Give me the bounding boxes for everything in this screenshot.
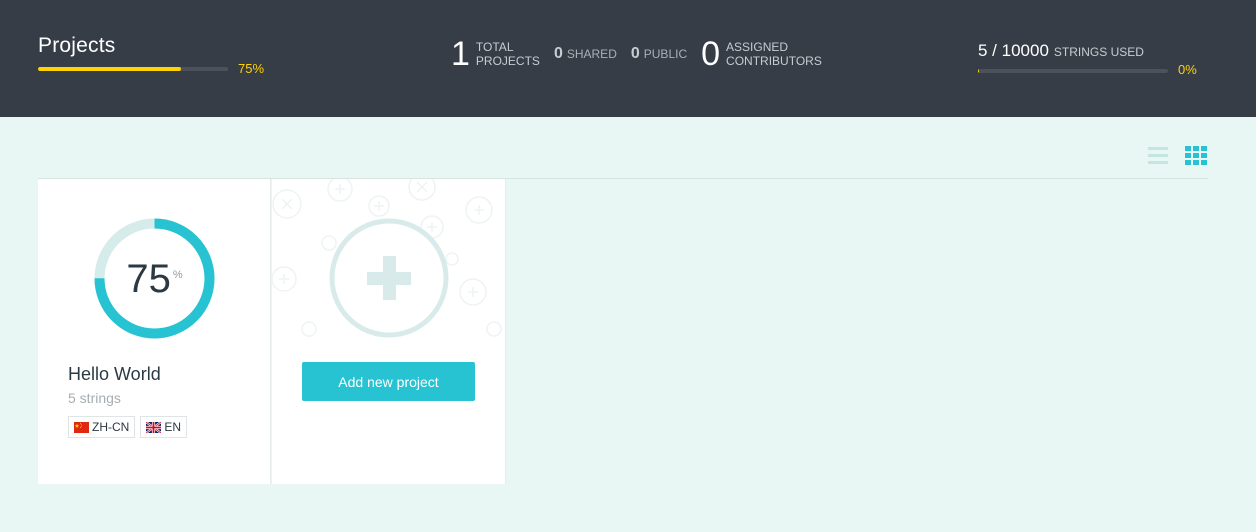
stats-header: Projects 75% 1 TOTAL PROJECTS 0 SHARED 0…	[0, 0, 1256, 117]
language-badge-en[interactable]: EN	[140, 416, 187, 438]
add-project-pattern	[272, 179, 502, 338]
list-view-button[interactable]	[1146, 145, 1170, 167]
public-label: PUBLIC	[643, 47, 688, 61]
strings-used-value: 5 / 10000	[978, 41, 1049, 60]
stat-total-projects: 1 TOTAL PROJECTS	[451, 37, 540, 71]
stat-shared: 0 SHARED	[554, 45, 617, 63]
language-code: EN	[164, 420, 181, 434]
project-name[interactable]: Hello World	[68, 364, 161, 385]
shared-count: 0	[553, 45, 563, 62]
view-toggle	[1146, 145, 1208, 167]
total-projects-count: 1	[451, 35, 470, 73]
uk-flag-icon	[146, 421, 162, 433]
strings-used: 5 / 10000 STRINGS USED	[978, 41, 1144, 61]
assigned-contributors-label: ASSIGNED CONTRIBUTORS	[726, 40, 822, 68]
china-flag-icon	[74, 421, 89, 433]
stat-public: 0 PUBLIC	[631, 45, 687, 63]
overall-progress-percent: 75%	[238, 61, 265, 76]
project-card[interactable]: 75 % Hello World 5 strings ZH-CN EN	[38, 179, 271, 484]
page-title: Projects	[38, 34, 116, 57]
assigned-contributors-count: 0	[701, 35, 721, 73]
total-projects-label-line2: PROJECTS	[475, 54, 540, 68]
list-icon	[1148, 147, 1168, 164]
plus-icon	[367, 256, 411, 300]
overall-progress-fill	[38, 67, 181, 71]
completion-ring: 75 %	[94, 218, 215, 339]
strings-used-label: STRINGS USED	[1053, 45, 1144, 59]
project-stats: 1 TOTAL PROJECTS 0 SHARED 0 PUBLIC 0 ASS…	[451, 34, 836, 74]
language-badge-zh-cn[interactable]: ZH-CN	[68, 416, 136, 438]
total-projects-label: TOTAL PROJECTS	[476, 40, 540, 68]
assigned-contributors-label-line1: ASSIGNED	[726, 40, 789, 54]
strings-used-progress-bar	[978, 69, 1168, 73]
add-new-project-button[interactable]: Add new project	[302, 362, 475, 401]
completion-value: 75	[126, 256, 171, 301]
overall-progress-bar	[38, 67, 228, 71]
completion-label: 75 %	[94, 218, 215, 339]
add-project-card[interactable]: Add new project	[272, 179, 506, 484]
grid-icon	[1185, 146, 1207, 165]
public-count: 0	[630, 45, 640, 62]
shared-label: SHARED	[566, 47, 617, 61]
project-strings-count: 5 strings	[68, 390, 121, 406]
stat-assigned-contributors: 0 ASSIGNED CONTRIBUTORS	[701, 37, 822, 71]
total-projects-label-line1: TOTAL	[475, 40, 514, 54]
assigned-contributors-label-line2: CONTRIBUTORS	[726, 54, 822, 68]
language-code: ZH-CN	[92, 420, 130, 434]
strings-used-percent: 0%	[1178, 62, 1197, 77]
grid-view-button[interactable]	[1184, 145, 1208, 167]
project-languages: ZH-CN EN	[68, 416, 187, 438]
completion-unit: %	[172, 268, 183, 281]
